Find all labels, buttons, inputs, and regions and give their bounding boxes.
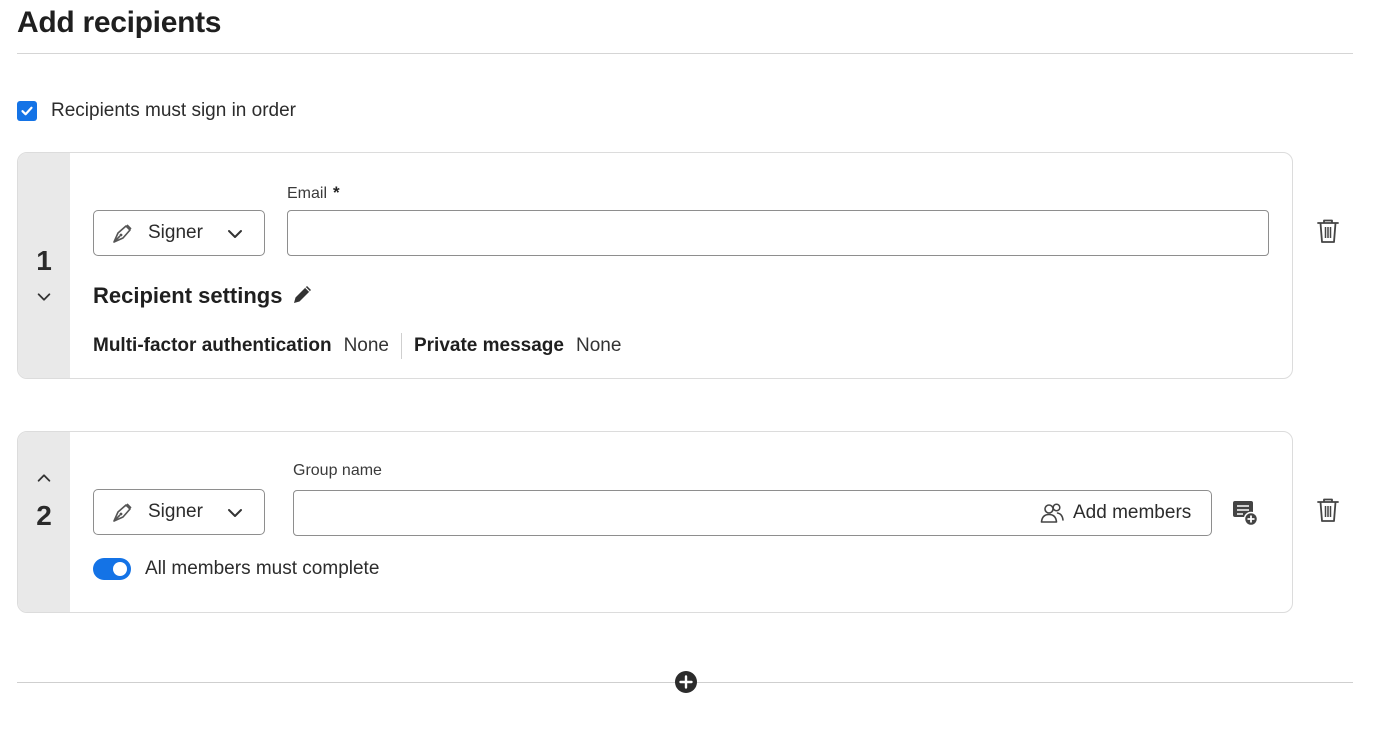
mfa-label: Multi-factor authentication: [93, 335, 332, 356]
recipient-number: 1: [36, 245, 52, 276]
sign-in-order-checkbox[interactable]: [17, 101, 37, 121]
trash-icon[interactable]: [1315, 496, 1341, 524]
page-title: Add recipients: [17, 6, 222, 39]
all-members-complete-label: All members must complete: [145, 558, 380, 579]
list-add-icon[interactable]: [1231, 499, 1259, 527]
sign-in-order-label: Recipients must sign in order: [51, 100, 296, 121]
recipient-number: 2: [36, 500, 52, 531]
pen-nib-icon: [113, 503, 132, 522]
title-divider: [17, 53, 1353, 54]
toggle-knob: [113, 562, 127, 576]
settings-divider: [400, 333, 402, 359]
move-recipient-up-button[interactable]: [34, 468, 54, 488]
mfa-value: None: [343, 335, 389, 356]
checkmark-icon: [21, 106, 33, 116]
all-members-complete-option[interactable]: All members must complete: [93, 557, 379, 581]
chevron-down-icon: [228, 509, 242, 517]
required-marker: *: [333, 183, 340, 202]
private-message-value: None: [575, 335, 622, 356]
role-label: Signer: [148, 222, 203, 243]
trash-icon[interactable]: [1315, 217, 1341, 245]
email-field-label: Email *: [287, 183, 340, 203]
email-label-text: Email: [287, 185, 328, 202]
pencil-icon[interactable]: [290, 281, 316, 307]
all-members-complete-toggle[interactable]: [93, 558, 131, 580]
chevron-down-icon: [228, 230, 242, 238]
pen-nib-icon: [113, 224, 132, 243]
sign-in-order-option[interactable]: Recipients must sign in order: [17, 100, 296, 122]
email-input[interactable]: [287, 210, 1269, 256]
add-members-label: Add members: [1073, 502, 1192, 523]
role-label: Signer: [148, 501, 203, 522]
collapse-recipient-button[interactable]: [34, 287, 54, 307]
chevron-up-icon: [37, 474, 51, 482]
recipient-settings-title: Recipient settings: [93, 283, 283, 308]
plus-circle-icon[interactable]: [674, 670, 698, 694]
role-dropdown[interactable]: Signer: [93, 210, 265, 256]
people-icon: [1040, 503, 1064, 523]
add-members-button[interactable]: Add members: [1029, 490, 1213, 536]
group-name-input[interactable]: [293, 490, 1030, 536]
chevron-down-icon: [37, 293, 51, 301]
recipient-card-2: 2 Signer Group name Add members All memb…: [17, 431, 1293, 613]
role-dropdown[interactable]: Signer: [93, 489, 265, 535]
group-name-label: Group name: [293, 462, 382, 479]
private-message-label: Private message: [413, 335, 564, 356]
recipient-card-1: 1 Signer Email * Recipient settings Multi…: [17, 152, 1293, 379]
recipient-settings-summary: Multi-factor authentication None Private…: [93, 333, 621, 359]
